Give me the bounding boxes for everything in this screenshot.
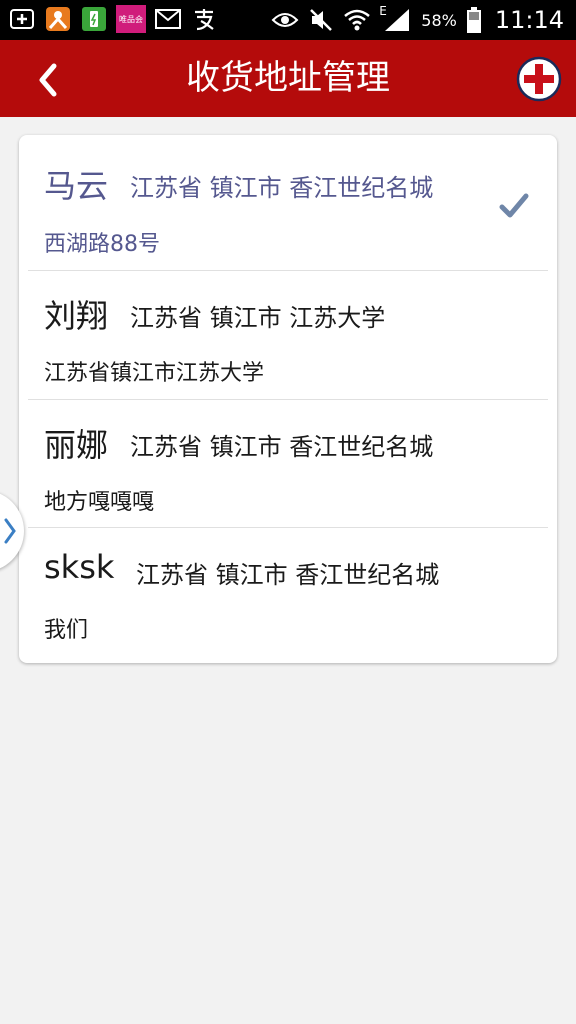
- mail-icon: [154, 5, 182, 33]
- checkmark-icon: [499, 193, 529, 218]
- vip-app-label: 唯品会: [119, 14, 143, 24]
- recipient-name: 丽娜: [44, 426, 109, 464]
- status-bar: 唯品会 E 58% 11:14: [0, 0, 576, 40]
- signal-icon: E: [379, 4, 413, 34]
- recipient-name: 马云: [44, 167, 109, 205]
- battery-percent: 58%: [421, 10, 457, 30]
- vip-app-icon: 唯品会: [116, 5, 146, 33]
- battery-icon: [465, 6, 483, 34]
- address-region: 江苏省 镇江市 香江世纪名城: [130, 433, 434, 461]
- address-detail: 我们: [44, 618, 89, 643]
- recipient-name: sksk: [44, 548, 115, 586]
- address-region: 江苏省 镇江市 香江世纪名城: [136, 561, 440, 589]
- notification-icons: 唯品会: [8, 5, 218, 33]
- eye-icon: [271, 6, 299, 34]
- address-region: 江苏省 镇江市 江苏大学: [130, 304, 386, 332]
- address-item[interactable]: 丽娜 江苏省 镇江市 香江世纪名城 地方嘎嘎嘎: [19, 400, 557, 528]
- app-person-icon: [44, 5, 72, 33]
- address-list: 马云 江苏省 镇江市 香江世纪名城 西湖路88号 刘翔 江苏省 镇江市 江苏大学…: [19, 135, 557, 663]
- address-item[interactable]: sksk 江苏省 镇江市 香江世纪名城 我们: [19, 528, 557, 663]
- chevron-right-icon: [4, 518, 16, 544]
- address-detail: 地方嘎嘎嘎: [44, 490, 155, 515]
- app-header: 收货地址管理: [0, 40, 576, 117]
- address-item[interactable]: 刘翔 江苏省 镇江市 江苏大学 江苏省镇江市江苏大学: [19, 271, 557, 399]
- network-type-label: E: [379, 4, 387, 18]
- add-address-button[interactable]: [516, 56, 562, 102]
- system-indicators: E 58% 11:14: [271, 0, 564, 40]
- wifi-icon: [343, 6, 371, 34]
- recipient-name: 刘翔: [44, 297, 109, 335]
- address-item[interactable]: 马云 江苏省 镇江市 香江世纪名城 西湖路88号: [19, 135, 557, 270]
- address-detail: 江苏省镇江市江苏大学: [44, 361, 265, 386]
- mute-icon: [307, 6, 335, 34]
- alipay-icon: [190, 5, 218, 33]
- page-title: 收货地址管理: [186, 58, 390, 98]
- plus-box-icon: [8, 5, 36, 33]
- clock: 11:14: [494, 6, 564, 34]
- address-detail: 西湖路88号: [44, 232, 160, 257]
- battery-app-icon: [80, 5, 108, 33]
- address-region: 江苏省 镇江市 香江世纪名城: [130, 174, 434, 202]
- plus-circle-icon: [516, 56, 562, 102]
